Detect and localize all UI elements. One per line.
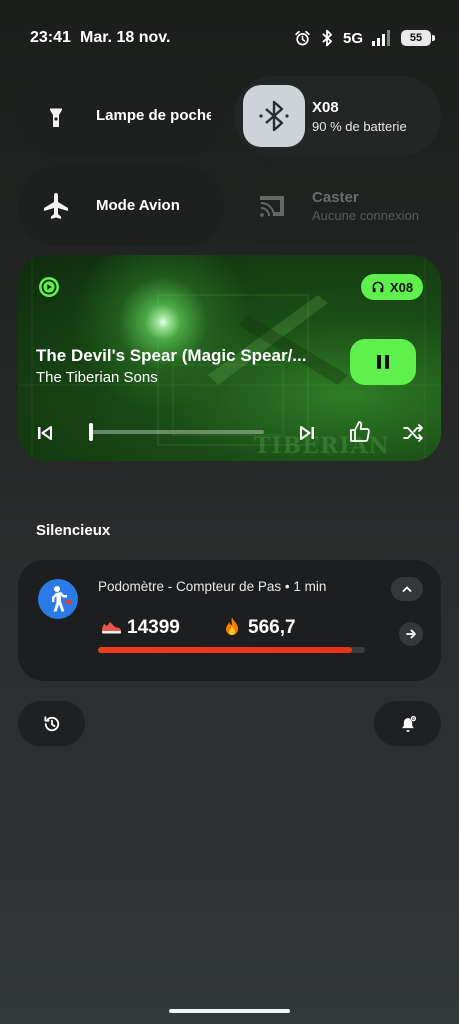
notification-settings-button[interactable] <box>374 701 441 746</box>
cast-label: Caster <box>312 189 359 206</box>
walking-person-icon <box>52 586 72 612</box>
status-bar: 23:41 Mar. 18 nov. 5G 55 <box>0 0 459 76</box>
fire-icon <box>226 617 238 635</box>
cast-icon <box>260 196 284 217</box>
step-goal-progress <box>98 647 365 653</box>
media-player[interactable]: TIBERIAN X08 The Devil's Spear (Magic Sp… <box>18 255 441 461</box>
sneaker-icon <box>102 622 121 634</box>
step-goal-progress-fill <box>98 647 352 653</box>
play-pause-button[interactable] <box>350 339 416 385</box>
status-time: 23:41 <box>30 29 71 46</box>
expand-button[interactable] <box>391 577 423 601</box>
alarm-icon <box>295 30 310 45</box>
history-icon <box>43 715 59 731</box>
bluetooth-battery: 90 % de batterie <box>312 119 407 134</box>
bluetooth-icon <box>322 29 332 47</box>
bluetooth-icon <box>259 100 289 132</box>
status-icons: 5G 55 <box>294 27 435 49</box>
bluetooth-icon-container[interactable] <box>243 85 305 147</box>
step-count: 14399 <box>127 617 180 638</box>
track-artist: The Tiberian Sons <box>36 369 158 386</box>
bluetooth-device-name: X08 <box>312 99 339 116</box>
output-device-name: X08 <box>389 279 414 295</box>
cast-tile[interactable]: Caster Aucune connexion <box>234 166 441 246</box>
headphones-icon <box>372 281 384 293</box>
flashlight-label: Lampe de poche <box>96 107 211 124</box>
pause-icon <box>377 355 389 369</box>
shuffle-icon[interactable] <box>402 422 424 444</box>
flashlight-icon <box>50 106 62 127</box>
seek-bar-thumb[interactable] <box>89 423 93 441</box>
track-title: The Devil's Spear (Magic Spear/... <box>36 346 307 365</box>
pedometer-notification[interactable]: Podomètre - Compteur de Pas • 1 min 1439… <box>18 560 441 681</box>
cast-status: Aucune connexion <box>312 208 419 223</box>
home-indicator[interactable] <box>169 1009 290 1013</box>
flashlight-tile[interactable]: Lampe de poche <box>18 76 224 156</box>
seek-bar[interactable] <box>89 430 264 434</box>
calorie-count: 566,7 <box>248 617 296 638</box>
thumbs-up-icon[interactable] <box>348 420 372 444</box>
arrow-right-icon <box>406 629 416 639</box>
notification-history-button[interactable] <box>18 701 85 746</box>
pedometer-app-icon <box>38 579 78 619</box>
airplane-mode-tile[interactable]: Mode Avion <box>18 166 224 246</box>
airplane-icon <box>44 193 68 219</box>
skip-next-icon[interactable] <box>296 422 318 444</box>
signal-icon <box>372 30 390 46</box>
chevron-up-icon <box>402 586 412 592</box>
airplane-label: Mode Avion <box>96 197 180 214</box>
notification-header: Podomètre - Compteur de Pas • 1 min <box>98 579 327 594</box>
network-type: 5G <box>342 29 363 47</box>
battery-icon: 55 <box>401 30 435 46</box>
notification-settings-icon <box>401 715 416 732</box>
bluetooth-tile[interactable]: X08 90 % de batterie <box>234 76 441 156</box>
media-app-icon[interactable] <box>38 276 60 298</box>
open-app-button[interactable] <box>399 622 423 646</box>
silent-section-title: Silencieux <box>36 522 111 539</box>
output-device-chip[interactable]: X08 <box>361 274 423 300</box>
skip-previous-icon[interactable] <box>34 422 56 444</box>
status-date: Mar. 18 nov. <box>80 29 171 46</box>
